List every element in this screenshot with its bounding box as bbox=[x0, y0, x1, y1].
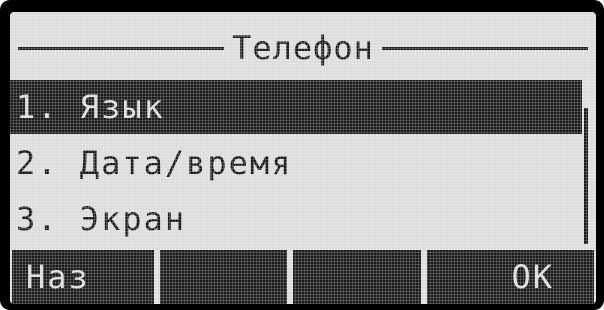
title-bar: Телефон bbox=[10, 20, 596, 76]
back-softkey-label: Наз bbox=[26, 258, 90, 296]
menu-item-label: 1. Язык bbox=[16, 88, 165, 126]
menu-item-label: 2. Дата/время bbox=[16, 144, 293, 182]
phone-bezel: Телефон 1. Язык 2. Дата/время 3. Экран Н… bbox=[0, 0, 604, 310]
ok-softkey-label: OK bbox=[511, 258, 554, 296]
menu-item-date-time[interactable]: 2. Дата/время bbox=[10, 136, 582, 190]
page-title: Телефон bbox=[232, 29, 374, 67]
ok-softkey[interactable]: OK bbox=[426, 250, 594, 304]
scrollbar[interactable] bbox=[584, 108, 588, 244]
lcd-screen: Телефон 1. Язык 2. Дата/время 3. Экран Н… bbox=[10, 12, 596, 304]
title-divider-left bbox=[18, 46, 225, 50]
softkey-3[interactable] bbox=[293, 250, 421, 304]
softkey-2[interactable] bbox=[159, 250, 287, 304]
softkey-bar: Наз OK bbox=[10, 250, 596, 304]
back-softkey[interactable]: Наз bbox=[12, 250, 154, 304]
menu-item-display[interactable]: 3. Экран bbox=[10, 192, 582, 246]
menu-item-label: 3. Экран bbox=[16, 200, 187, 238]
title-divider-right bbox=[381, 46, 589, 50]
menu-item-language[interactable]: 1. Язык bbox=[10, 80, 582, 134]
